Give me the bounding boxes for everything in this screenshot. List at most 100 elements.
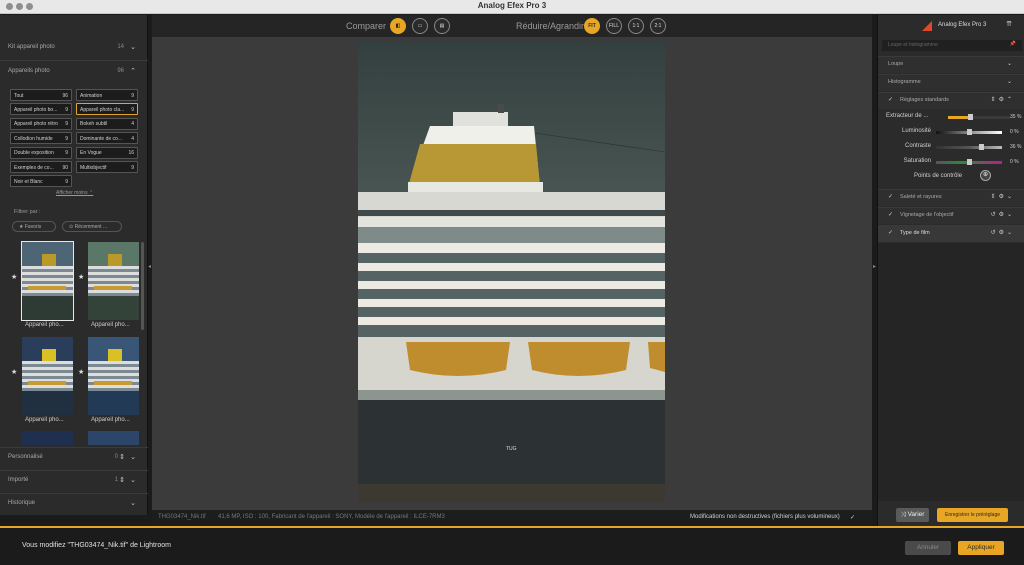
- thumbnail-scrollbar[interactable]: [141, 242, 144, 330]
- section-imported[interactable]: Importé 1 ⇕ ⌄: [0, 474, 148, 490]
- filter-favorites[interactable]: ★ Favoris: [12, 221, 56, 232]
- contrast-track[interactable]: [936, 146, 1002, 149]
- image-canvas[interactable]: TUG: [152, 37, 872, 510]
- preset-thumbnail[interactable]: [88, 431, 139, 445]
- checkbox-icon[interactable]: ✓: [888, 211, 893, 218]
- compare-stacked-button[interactable]: ▤: [434, 18, 450, 34]
- collapse-right-panel-icon[interactable]: ▸: [873, 263, 876, 270]
- category-4[interactable]: Appareil photo rétro 9: [10, 117, 72, 130]
- section-controls-icon[interactable]: ⇕⚙⌄: [991, 193, 1015, 200]
- vary-button[interactable]: ⤨ Varier: [896, 508, 929, 522]
- slider-value: 35 %: [1010, 114, 1022, 120]
- category-10[interactable]: Exemples de co... 90: [10, 161, 72, 173]
- chevron-down-icon[interactable]: ⌄: [130, 43, 136, 51]
- category-count: 4: [131, 121, 134, 128]
- thumbnail-caption: Appareil pho...: [25, 322, 64, 328]
- extractor-slider[interactable]: [967, 114, 973, 120]
- chevron-down-icon[interactable]: ⌄: [130, 453, 136, 461]
- section-camera-kit[interactable]: Kit appareil photo 14 ⌄: [0, 41, 148, 57]
- compare-split-button[interactable]: ◧: [390, 18, 406, 34]
- star-icon[interactable]: ★: [78, 273, 84, 281]
- preset-thumbnail[interactable]: [22, 337, 73, 415]
- lens-vignette-section[interactable]: ✓ Vignetage de l'objectif ↺⚙⌄: [878, 207, 1024, 224]
- bottom-bar: Vous modifiez "THG03474_Nik.tif" de Ligh…: [0, 528, 1024, 565]
- checkbox-icon[interactable]: ✓: [888, 96, 893, 103]
- save-preset-button[interactable]: Enregistrer le préréglage: [937, 508, 1008, 522]
- checkbox-icon[interactable]: ✓: [888, 193, 893, 200]
- section-label: Histogramme: [888, 79, 921, 85]
- section-count: 96: [117, 68, 124, 74]
- slider-label: Contraste: [904, 143, 931, 149]
- loupe-section[interactable]: Loupe ⌄: [878, 56, 1024, 73]
- section-cameras[interactable]: Appareils photo 96 ⌃: [0, 65, 148, 81]
- section-custom[interactable]: Personnalisé 0 ⇕ ⌄: [0, 451, 148, 467]
- chevron-up-icon[interactable]: ⌃: [130, 67, 136, 75]
- checkmark-icon[interactable]: ✓: [850, 514, 855, 521]
- section-controls-icon[interactable]: ↺⚙⌄: [991, 211, 1015, 218]
- brightness-slider[interactable]: [967, 129, 972, 135]
- saturation-slider[interactable]: [967, 159, 972, 165]
- category-name: Multiobjectif: [80, 164, 107, 171]
- app-logo-icon: [922, 21, 932, 31]
- category-0[interactable]: Tout 96: [10, 89, 72, 101]
- category-count: 4: [131, 135, 134, 142]
- add-control-point-icon[interactable]: ⊕: [980, 170, 991, 181]
- section-history[interactable]: Historique ⌄: [0, 497, 148, 513]
- chevron-down-icon[interactable]: ⌄: [130, 499, 136, 507]
- category-name: Appareil photo cla...: [80, 106, 125, 113]
- film-type-section[interactable]: ✓ Type de film ↺⚙⌄: [878, 225, 1024, 242]
- category-8[interactable]: Double exposition 9: [10, 146, 72, 159]
- star-icon[interactable]: ★: [11, 368, 17, 376]
- category-5[interactable]: Bokeh subtil 4: [76, 117, 138, 130]
- thumbnail-caption: Appareil pho...: [25, 417, 64, 423]
- category-7[interactable]: Dominante de co... 4: [76, 132, 138, 145]
- category-name: Appareil photo bo...: [14, 106, 58, 113]
- category-11[interactable]: Multiobjectif 9: [76, 161, 138, 173]
- checkbox-icon[interactable]: ✓: [888, 229, 893, 236]
- category-3[interactable]: Appareil photo cla... 9: [76, 103, 138, 116]
- preview-image[interactable]: TUG: [358, 42, 665, 502]
- zoom-fill-button[interactable]: FILL: [606, 18, 622, 34]
- thumbnail-caption: Appareil pho...: [91, 322, 130, 328]
- preset-thumbnail[interactable]: [22, 431, 73, 445]
- histogram-section[interactable]: Histogramme ⌄: [878, 74, 1024, 91]
- category-12[interactable]: Noir et Blanc 9: [10, 175, 72, 188]
- category-count: 9: [65, 106, 68, 113]
- category-count: 16: [128, 150, 134, 157]
- dirt-scratches-section[interactable]: ✓ Saleté et rayures ⇕⚙⌄: [878, 189, 1024, 206]
- section-label: Importé: [8, 477, 29, 483]
- category-9[interactable]: En Vogue 16: [76, 146, 138, 159]
- preset-thumbnail[interactable]: [88, 337, 139, 415]
- loupe-search-input[interactable]: Loupe et histogramme 📌: [882, 40, 1022, 51]
- sort-icon[interactable]: ⇕: [119, 453, 125, 461]
- extractor-track[interactable]: [948, 116, 1010, 119]
- cancel-button[interactable]: Annuler: [905, 541, 951, 555]
- contrast-slider[interactable]: [978, 144, 984, 150]
- chevron-down-icon[interactable]: ⌄: [1007, 60, 1015, 67]
- section-controls-icon[interactable]: ⇕⚙⌃: [991, 96, 1015, 103]
- preset-thumbnail[interactable]: [88, 242, 139, 320]
- category-name: Exemples de co...: [14, 164, 54, 171]
- zoom-fit-button[interactable]: FIT: [584, 18, 600, 34]
- filter-recent[interactable]: ⊙ Récemment ...: [62, 221, 122, 232]
- category-count: 90: [62, 164, 68, 171]
- chevron-down-icon[interactable]: ⌄: [130, 476, 136, 484]
- section-controls-icon[interactable]: ↺⚙⌄: [991, 229, 1015, 236]
- category-2[interactable]: Appareil photo bo... 9: [10, 103, 72, 116]
- chevron-down-icon[interactable]: ⌄: [1007, 78, 1015, 85]
- apply-button[interactable]: Appliquer: [958, 541, 1004, 555]
- category-1[interactable]: Animation 9: [76, 89, 138, 101]
- standard-settings-section[interactable]: ✓ Réglages standards ⇕⚙⌃: [878, 92, 1024, 109]
- star-icon[interactable]: ★: [11, 273, 17, 281]
- preset-thumbnail[interactable]: [21, 241, 74, 321]
- zoom-1-1-button[interactable]: 1:1: [628, 18, 644, 34]
- category-6[interactable]: Collodion humide 9: [10, 132, 72, 145]
- section-count: 1: [114, 477, 118, 483]
- compare-side-by-side-button[interactable]: ▭: [412, 18, 428, 34]
- zoom-2-1-button[interactable]: 2:1: [650, 18, 666, 34]
- collapse-panel-icon[interactable]: ⇈: [1006, 20, 1012, 28]
- show-fewer-link[interactable]: Afficher moins ⌃: [56, 190, 93, 196]
- sort-icon[interactable]: ⇕: [119, 476, 125, 484]
- collapse-left-panel-icon[interactable]: ◂: [148, 263, 151, 270]
- star-icon[interactable]: ★: [78, 368, 84, 376]
